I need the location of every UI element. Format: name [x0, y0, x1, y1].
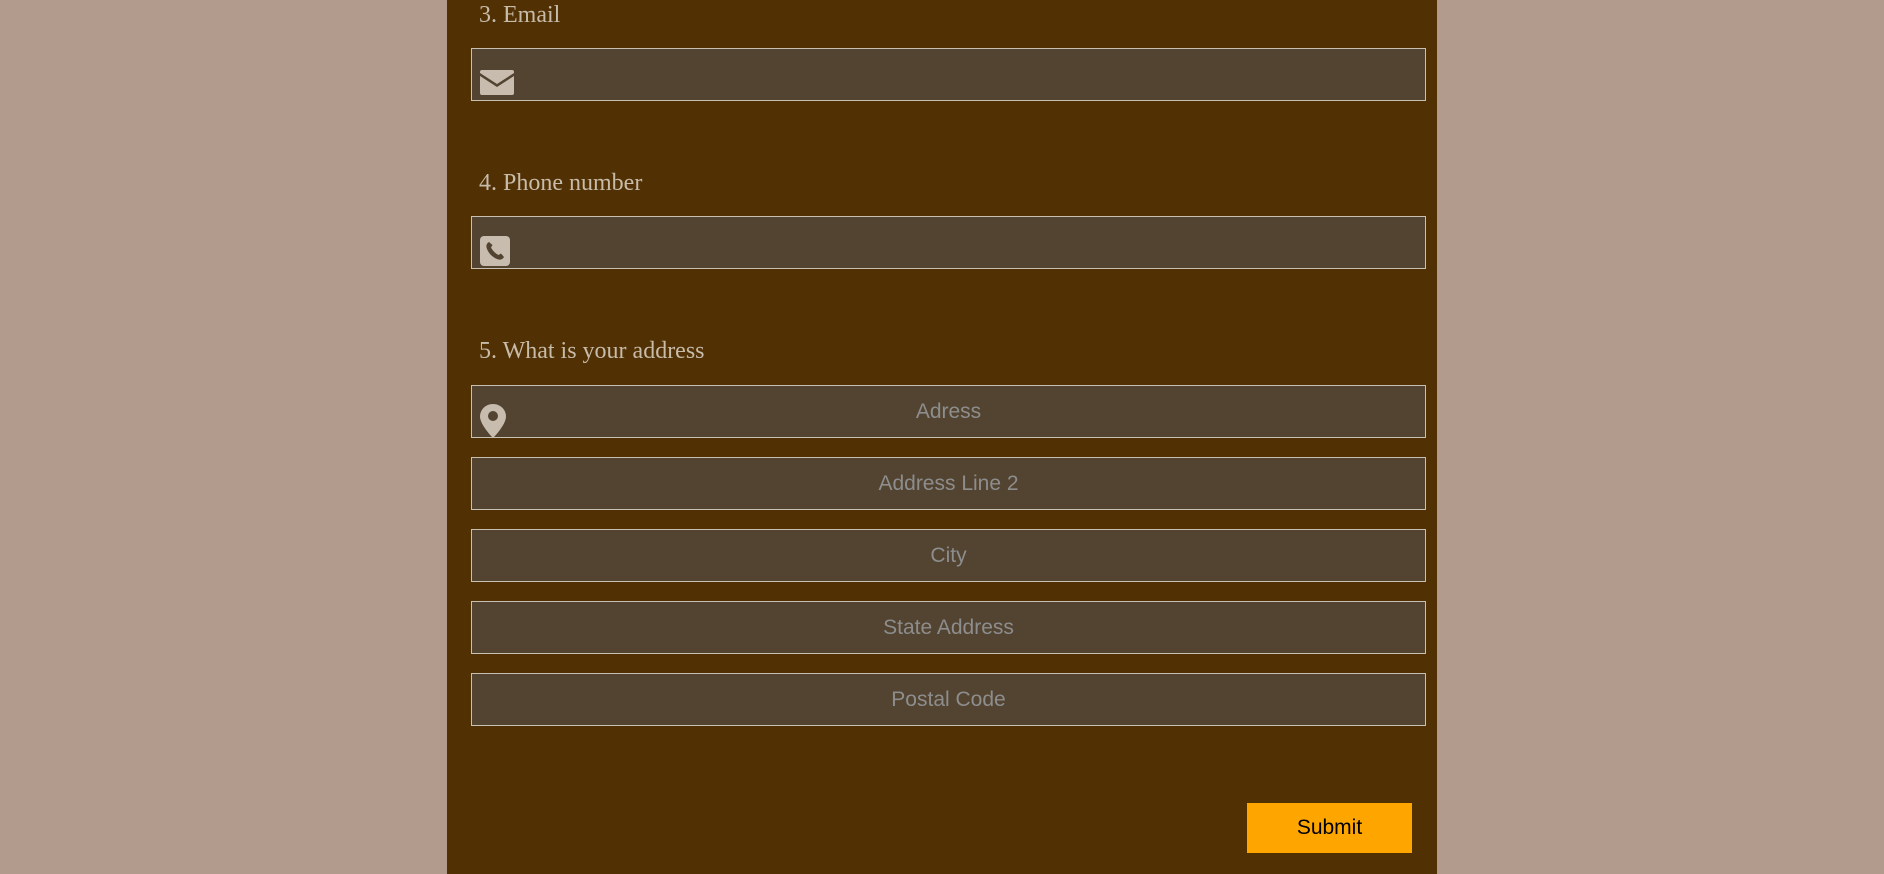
address-question-label: 5. What is your address: [479, 338, 705, 364]
phone-field-wrapper: [471, 216, 1426, 269]
email-input[interactable]: [472, 49, 1425, 100]
email-question-label: 3. Email: [479, 2, 561, 28]
form-panel: 3. Email 4. Phone number 5. What is your…: [447, 0, 1437, 874]
submit-button[interactable]: Submit: [1247, 803, 1412, 853]
phone-input[interactable]: [472, 217, 1425, 268]
address-line1-input[interactable]: [472, 386, 1425, 437]
email-field-wrapper: [471, 48, 1426, 101]
address-line2-field-wrapper: [471, 457, 1426, 510]
address-line1-field-wrapper: [471, 385, 1426, 438]
address-line2-input[interactable]: [472, 458, 1425, 509]
state-field-wrapper: [471, 601, 1426, 654]
postal-code-field-wrapper: [471, 673, 1426, 726]
state-input[interactable]: [472, 602, 1425, 653]
city-input[interactable]: [472, 530, 1425, 581]
postal-code-input[interactable]: [472, 674, 1425, 725]
phone-question-label: 4. Phone number: [479, 170, 643, 196]
city-field-wrapper: [471, 529, 1426, 582]
